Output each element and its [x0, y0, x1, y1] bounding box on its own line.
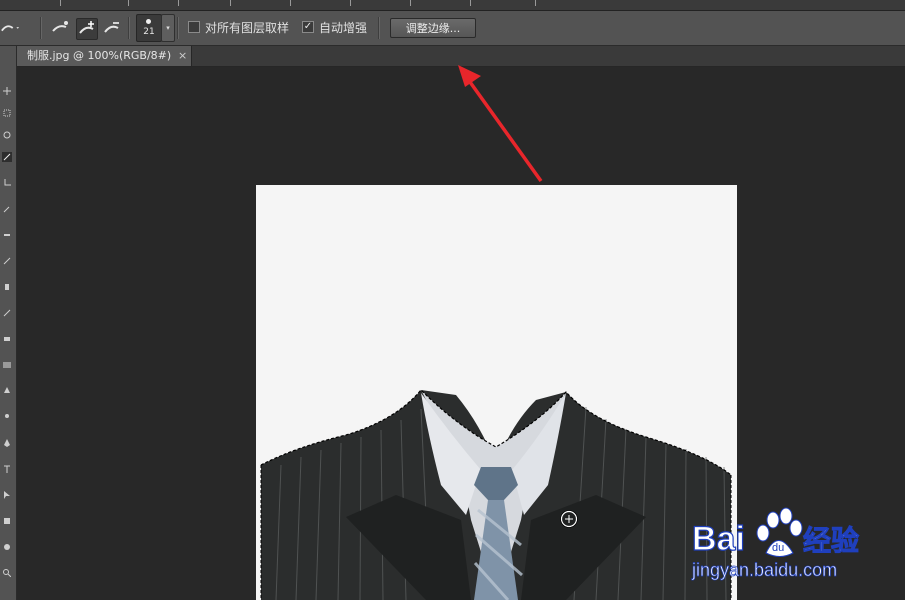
menu-divider [535, 0, 536, 6]
watermark-brand-right: 经验 [803, 524, 859, 557]
menu-divider [60, 0, 61, 6]
document-tab[interactable]: 制服.jpg @ 100%(RGB/8#) × [17, 46, 192, 66]
eyedropper-tool-icon[interactable] [2, 204, 12, 214]
blur-tool-icon[interactable] [2, 386, 12, 396]
baidu-paw-icon: du [756, 507, 803, 557]
menu-divider [290, 0, 291, 6]
svg-text:du: du [772, 542, 784, 554]
hand-tool-icon[interactable] [2, 542, 12, 552]
suit-illustration [256, 185, 737, 600]
move-tool-icon[interactable] [2, 86, 12, 96]
subtract-from-selection-icon[interactable] [102, 18, 122, 38]
path-selection-icon[interactable] [2, 490, 12, 500]
lasso-tool-icon[interactable] [2, 130, 12, 140]
menu-bar[interactable] [0, 0, 905, 11]
brush-tool-icon[interactable] [2, 256, 12, 266]
crop-tool-icon[interactable] [2, 178, 12, 188]
type-tool-icon[interactable] [2, 464, 12, 474]
auto-enhance-checkbox[interactable]: ✓ [302, 21, 314, 33]
brush-size-value: 21 [143, 27, 155, 37]
new-selection-icon[interactable] [50, 18, 70, 38]
gradient-tool-icon[interactable] [2, 360, 12, 370]
close-icon[interactable]: × [178, 46, 187, 66]
options-divider [40, 17, 42, 39]
zoom-tool-icon[interactable] [2, 568, 12, 578]
auto-enhance-label: 自动增强 [319, 21, 368, 35]
document-tab-bar: 制服.jpg @ 100%(RGB/8#) × [17, 46, 905, 67]
sample-all-layers-label: 对所有图层取样 [205, 21, 290, 35]
menu-divider [230, 0, 231, 6]
document-title: 制服.jpg @ 100%(RGB/8#) [27, 49, 172, 62]
baidu-watermark: Bai du 经验 jingyan.baidu.com [688, 498, 888, 588]
brush-size-icon [146, 19, 151, 24]
quick-selection-tool-icon[interactable] [2, 152, 12, 162]
brush-size-picker[interactable]: 21 [136, 14, 162, 42]
menu-divider [128, 0, 129, 6]
quick-selection-tool-icon[interactable] [0, 18, 20, 38]
options-divider [378, 17, 380, 39]
sample-all-layers-checkbox[interactable] [188, 21, 200, 33]
menu-divider [178, 0, 179, 6]
menu-divider [410, 0, 411, 6]
document-image[interactable] [256, 185, 737, 600]
marquee-tool-icon[interactable] [2, 108, 12, 118]
dodge-tool-icon[interactable] [2, 412, 12, 422]
shape-tool-icon[interactable] [2, 516, 12, 526]
eraser-tool-icon[interactable] [2, 334, 12, 344]
options-divider [128, 17, 130, 39]
brush-size-dropdown[interactable]: ▾ [161, 14, 175, 42]
watermark-brand-left: Bai [692, 520, 745, 558]
tools-panel [0, 46, 17, 600]
menu-divider [350, 0, 351, 6]
refine-edge-button[interactable]: 调整边缘... [390, 18, 476, 38]
watermark-url: jingyan.baidu.com [691, 560, 837, 580]
add-to-selection-icon[interactable] [76, 18, 98, 40]
cursor-crosshair-icon [560, 510, 578, 528]
history-brush-icon[interactable] [2, 308, 12, 318]
stamp-tool-icon[interactable] [2, 282, 12, 292]
healing-tool-icon[interactable] [2, 230, 12, 240]
options-divider [177, 17, 179, 39]
pen-tool-icon[interactable] [2, 438, 12, 448]
menu-divider [470, 0, 471, 6]
